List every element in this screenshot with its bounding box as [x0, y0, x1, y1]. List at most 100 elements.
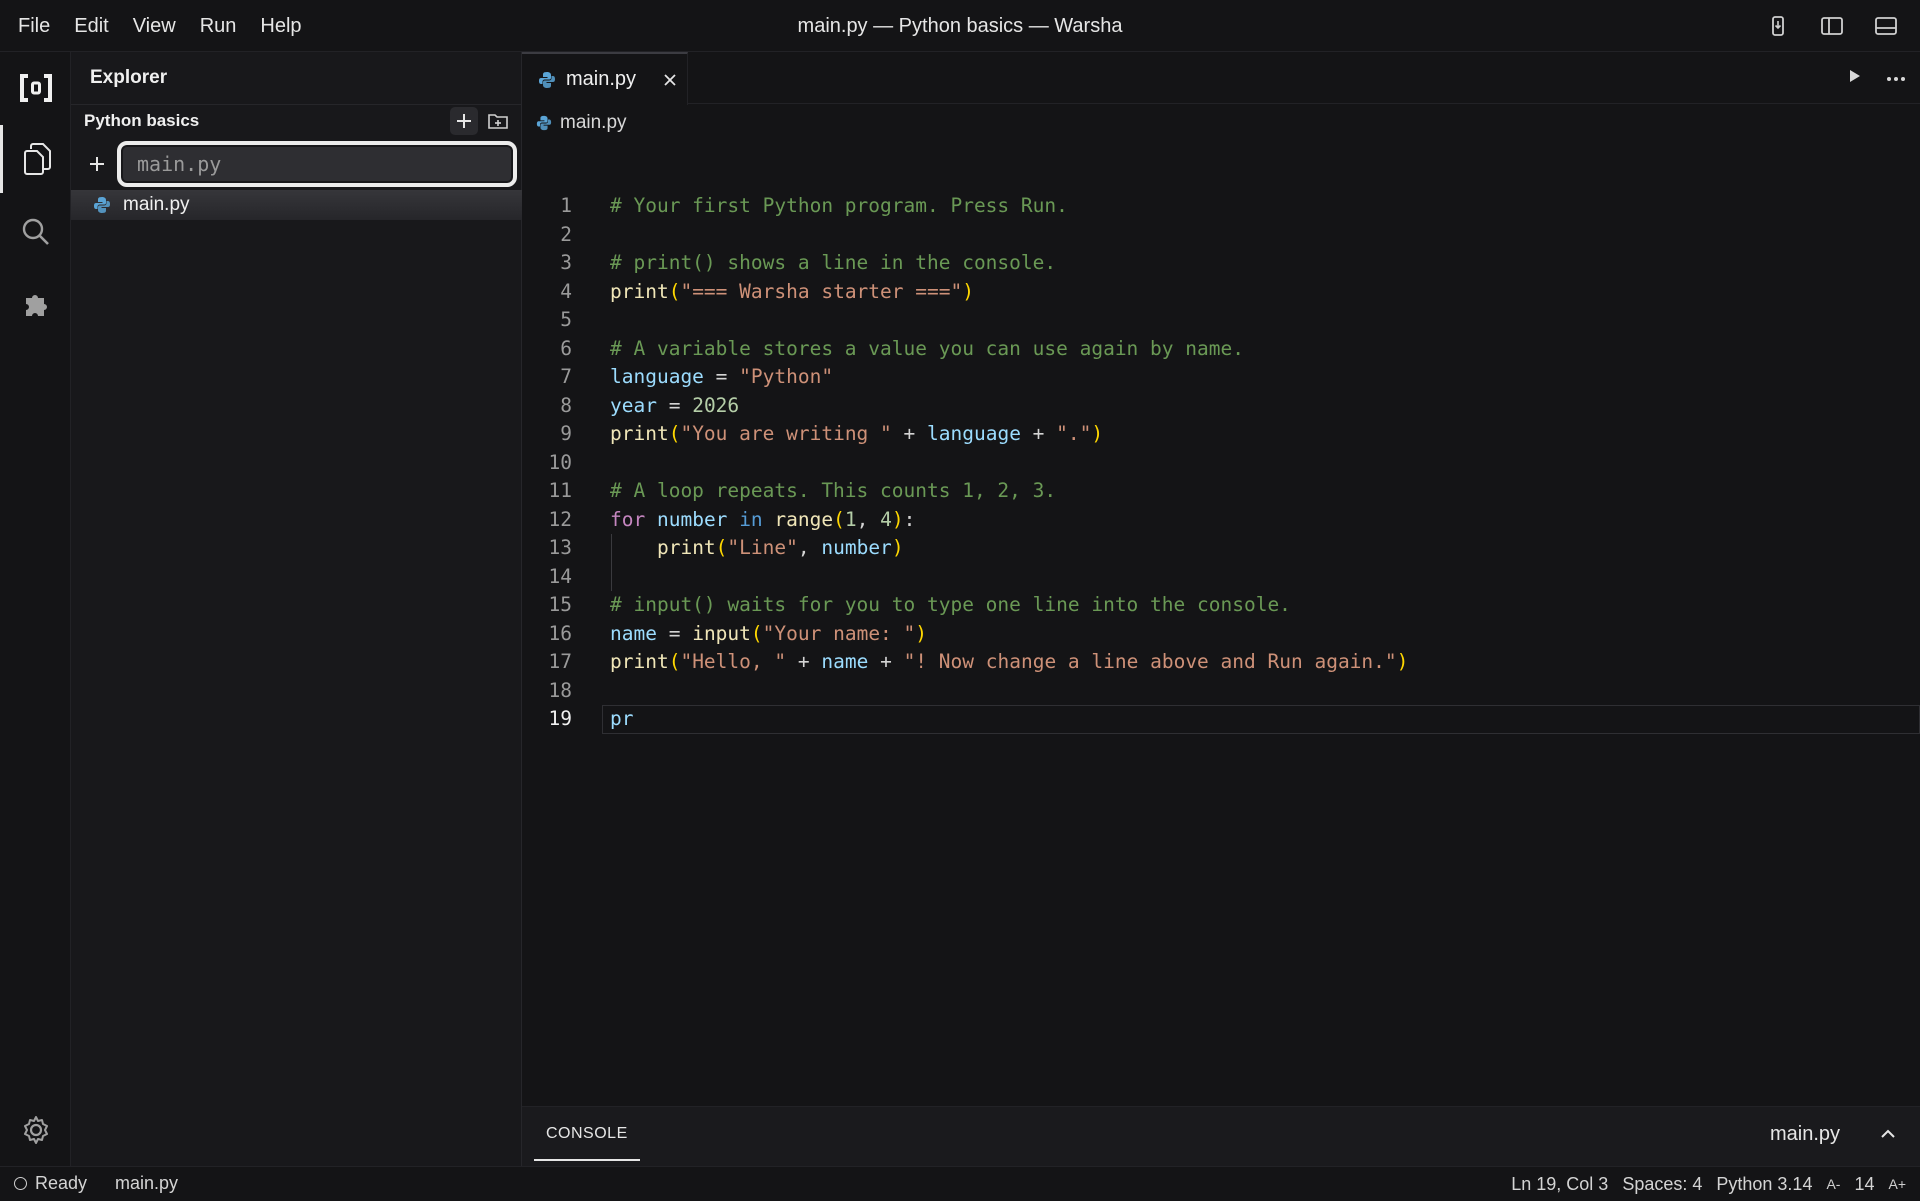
close-icon[interactable]	[660, 70, 680, 90]
python-file-icon	[536, 115, 552, 131]
line-source: # Your first Python program. Press Run.	[610, 194, 1068, 217]
editor-area: main.py main.py 1 # Your first Python pro…	[522, 52, 1920, 1106]
console-panel: CONSOLE main.py	[522, 1106, 1920, 1166]
line-number: 16	[548, 621, 572, 645]
activity-bar	[0, 52, 71, 1166]
code-line[interactable]: 17 print("Hello, " + name + "! Now change…	[522, 648, 1920, 677]
editor-actions	[1846, 52, 1906, 104]
line-number: 13	[548, 536, 572, 559]
menu-file[interactable]: File	[6, 0, 62, 52]
breadcrumb-file: main.py	[560, 112, 627, 133]
line-source: for number in range(1, 4):	[610, 507, 916, 531]
settings-gear-icon[interactable]	[0, 1096, 71, 1164]
line-number: 7	[560, 365, 572, 388]
console-file-label: main.py	[1769, 1123, 1840, 1145]
line-number: 12	[548, 507, 572, 531]
line-source: print("Line", number)	[656, 536, 904, 559]
code-line[interactable]: 13 print("Line", number)	[522, 534, 1920, 563]
current-line-highlight	[602, 705, 1920, 734]
code-line[interactable]: 10	[522, 449, 1920, 478]
cursor-position[interactable]: Ln 19, Col 3	[1511, 1174, 1608, 1195]
line-source: print("You are writing " + language + ".…	[610, 422, 1104, 445]
new-folder-icon	[488, 114, 508, 129]
language-mode[interactable]: Python 3.14	[1716, 1174, 1812, 1195]
python-file-icon	[539, 71, 555, 88]
code-line[interactable]: 2	[522, 221, 1920, 250]
line-number: 2	[560, 222, 572, 246]
extensions-icon[interactable]	[0, 270, 71, 338]
toggle-panel-icon[interactable]	[1870, 10, 1902, 42]
code-line[interactable]: 4 print("=== Warsha starter ===")	[522, 278, 1920, 307]
menu-bar: File Edit View Run Help	[0, 0, 314, 52]
code-line[interactable]: 6 # A variable stores a value you can use…	[522, 335, 1920, 364]
code-editor[interactable]: 1 # Your first Python program. Press Run.…	[522, 192, 1920, 734]
font-decrease-button[interactable]: A-	[1826, 1176, 1840, 1192]
status-right: Ln 19, Col 3 Spaces: 4 Python 3.14 A- 14…	[1511, 1167, 1906, 1201]
code-line[interactable]: 9 print("You are writing " + language + "…	[522, 420, 1920, 449]
line-number: 3	[560, 251, 572, 274]
status-file: main.py	[115, 1173, 179, 1193]
status-left: Ready main.py	[0, 1173, 178, 1194]
line-source: language = "Python"	[610, 365, 834, 388]
search-icon[interactable]	[0, 198, 71, 266]
explorer-sidebar: Explorer Python basics main.py	[71, 52, 522, 1166]
code-line[interactable]: 12 for number in range(1, 4):	[522, 506, 1920, 535]
more-actions-icon[interactable]	[1886, 69, 1906, 87]
menu-edit[interactable]: Edit	[62, 0, 120, 52]
line-number: 18	[548, 678, 572, 702]
code-line[interactable]: 14	[522, 562, 1920, 591]
chevron-up-icon[interactable]	[1876, 1122, 1900, 1146]
status-bar: Ready main.py Ln 19, Col 3 Spaces: 4 Pyt…	[0, 1166, 1920, 1200]
line-source: print("Hello, " + name + "! Now change a…	[610, 650, 1409, 673]
tab-main-py[interactable]: main.py	[522, 52, 688, 105]
explorer-title: Explorer	[90, 67, 168, 88]
new-folder-button[interactable]	[484, 107, 512, 135]
line-number: 15	[548, 593, 572, 616]
file-name: main.py	[123, 194, 190, 215]
line-source: # input() waits for you to type one line…	[610, 593, 1291, 616]
line-source: # A loop repeats. This counts 1, 2, 3.	[610, 479, 1057, 502]
tab-label: main.py	[566, 68, 637, 90]
folder-header[interactable]: Python basics	[71, 104, 522, 136]
code-line[interactable]: 7 language = "Python"	[522, 363, 1920, 392]
font-size-value: 14	[1854, 1173, 1875, 1194]
font-increase-button[interactable]: A+	[1888, 1176, 1906, 1192]
toggle-sidebar-icon[interactable]	[1816, 10, 1848, 42]
code-line[interactable]: 8 year = 2026	[522, 392, 1920, 421]
menu-run[interactable]: Run	[188, 0, 249, 52]
code-line[interactable]: 19 pr	[522, 705, 1920, 734]
line-source: name = input("Your name: ")	[610, 621, 928, 645]
tab-console[interactable]: CONSOLE	[534, 1107, 640, 1161]
code-line[interactable]: 15 # input() waits for you to type one li…	[522, 591, 1920, 620]
editor-tab-bar: main.py	[522, 52, 1920, 105]
menu-view[interactable]: View	[121, 0, 188, 52]
code-line[interactable]: 5	[522, 306, 1920, 335]
plus-icon	[85, 152, 109, 176]
code-line[interactable]: 16 name = input("Your name: ")	[522, 620, 1920, 649]
new-file-name-input[interactable]	[117, 141, 517, 187]
line-source: # A variable stores a value you can use …	[610, 336, 1244, 360]
code-line[interactable]: 3 # print() shows a line in the console.	[522, 249, 1920, 278]
save-to-device-icon[interactable]	[1762, 10, 1794, 42]
line-number: 8	[560, 393, 572, 417]
line-number: 11	[548, 479, 572, 502]
code-line[interactable]: 1 # Your first Python program. Press Run.	[522, 192, 1920, 221]
line-number: 4	[560, 279, 572, 303]
line-number: 5	[560, 308, 572, 331]
line-number: 17	[548, 650, 572, 673]
indentation[interactable]: Spaces: 4	[1622, 1174, 1702, 1195]
line-source: print("=== Warsha starter ===")	[610, 279, 974, 303]
layout-controls	[1762, 0, 1920, 52]
status-circle-icon	[14, 1177, 27, 1190]
run-play-icon[interactable]	[1846, 68, 1862, 89]
folder-name: Python basics	[84, 111, 200, 130]
code-line[interactable]: 18	[522, 677, 1920, 706]
explorer-icon[interactable]	[0, 125, 71, 193]
code-line[interactable]: 11 # A loop repeats. This counts 1, 2, 3.	[522, 477, 1920, 506]
breadcrumb[interactable]: main.py	[536, 108, 627, 138]
line-number: 1	[560, 194, 572, 217]
line-source: # print() shows a line in the console.	[610, 251, 1057, 274]
menu-help[interactable]: Help	[248, 0, 313, 52]
file-item-main-py[interactable]: main.py	[71, 190, 522, 220]
new-file-button[interactable]	[450, 107, 478, 135]
